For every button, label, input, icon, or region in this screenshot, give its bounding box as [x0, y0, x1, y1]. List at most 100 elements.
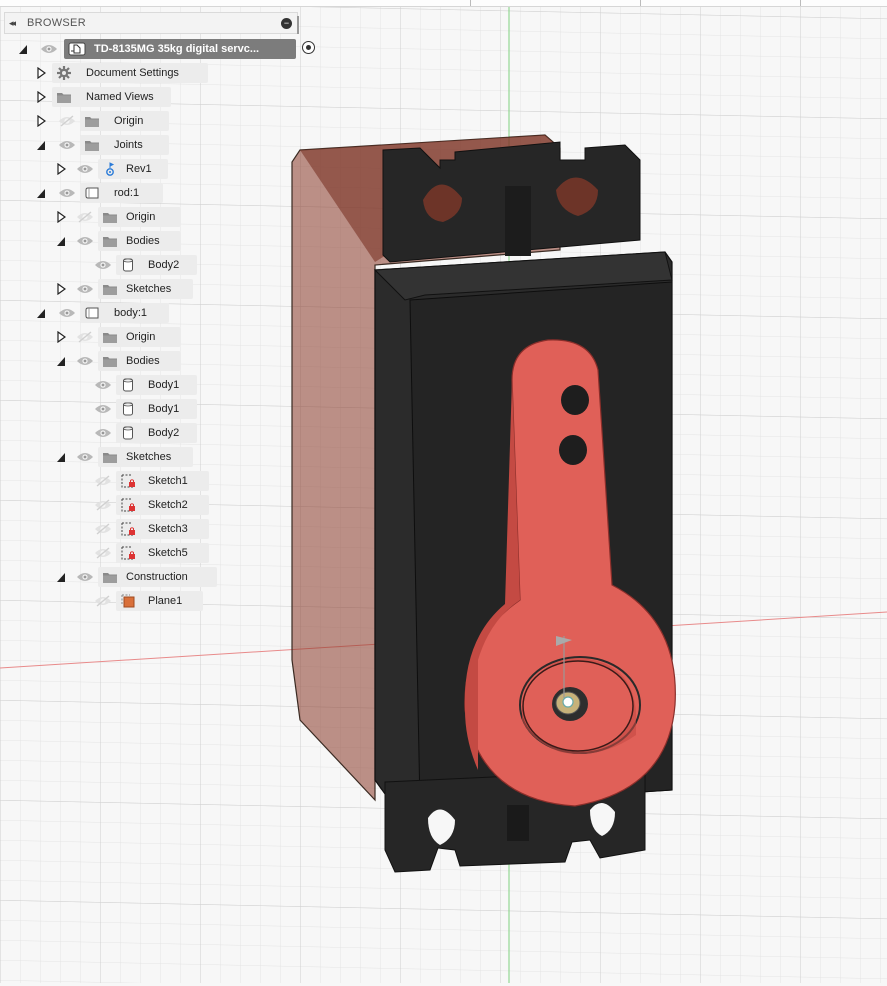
collapse-arrow-icon[interactable]: [56, 571, 66, 583]
visibility-eye-icon[interactable]: [76, 571, 94, 583]
tree-node-label-box[interactable]: Sketch1: [116, 471, 209, 491]
sketch-icon: [120, 498, 136, 512]
tree-node[interactable]: Origin: [0, 326, 300, 348]
tree-node-label-box[interactable]: Origin: [98, 207, 181, 227]
expand-arrow-icon[interactable]: [56, 331, 66, 343]
visibility-eye-icon[interactable]: [76, 235, 94, 247]
hidden-eye-icon[interactable]: [58, 115, 76, 127]
tree-node[interactable]: Joints: [0, 134, 300, 156]
hidden-eye-icon[interactable]: [94, 523, 112, 535]
tree-node[interactable]: Sketch1: [0, 470, 300, 492]
tree-node-label-box[interactable]: Plane1: [116, 591, 203, 611]
visibility-eye-icon[interactable]: [58, 307, 76, 319]
visibility-eye-icon[interactable]: [76, 163, 94, 175]
collapse-arrow-icon[interactable]: [56, 235, 66, 247]
visibility-eye-icon[interactable]: [94, 403, 112, 415]
visibility-eye-icon[interactable]: [58, 139, 76, 151]
folder-icon: [102, 570, 118, 584]
tree-node-label-box[interactable]: Named Views: [52, 87, 171, 107]
visibility-eye-icon[interactable]: [94, 259, 112, 271]
tree-node-label-box[interactable]: Sketches: [98, 447, 193, 467]
tree-node-label-box[interactable]: Body1: [116, 375, 197, 395]
tree-node-label-box[interactable]: Construction: [98, 567, 217, 587]
collapse-panel-button[interactable]: ◂◂: [9, 18, 16, 29]
tree-node-label-box[interactable]: Body2: [116, 255, 197, 275]
visibility-eye-icon[interactable]: [76, 451, 94, 463]
tree-node[interactable]: Origin: [0, 206, 300, 228]
collapse-arrow-icon[interactable]: [18, 43, 28, 55]
folder-icon: [102, 210, 118, 224]
tree-node-label-box[interactable]: Body2: [116, 423, 197, 443]
collapse-arrow-icon[interactable]: [36, 139, 46, 151]
visibility-eye-icon[interactable]: [58, 187, 76, 199]
tree-node-label-box[interactable]: body:1: [80, 303, 169, 323]
collapse-arrow-icon[interactable]: [56, 355, 66, 367]
tree-node-label-box[interactable]: Bodies: [98, 351, 181, 371]
resize-handle[interactable]: [297, 16, 299, 34]
tree-node-label-box[interactable]: Sketch5: [116, 543, 209, 563]
visibility-eye-icon[interactable]: [76, 283, 94, 295]
tree-node[interactable]: TD-8135MG 35kg digital servc...: [0, 38, 315, 60]
expand-arrow-icon[interactable]: [56, 163, 66, 175]
visibility-eye-icon[interactable]: [94, 379, 112, 391]
toolbar-divider: [800, 0, 801, 6]
visibility-eye-icon[interactable]: [76, 355, 94, 367]
activate-component-radio[interactable]: [302, 41, 315, 54]
tree-node-label-box[interactable]: Document Settings: [52, 63, 208, 83]
tree-node-label-box[interactable]: rod:1: [80, 183, 163, 203]
hidden-eye-icon[interactable]: [94, 499, 112, 511]
tree-node[interactable]: Rev1: [0, 158, 300, 180]
tree-node[interactable]: rod:1: [0, 182, 300, 204]
tree-node[interactable]: Sketch2: [0, 494, 300, 516]
tree-node[interactable]: Bodies: [0, 230, 300, 252]
tree-node-label-box[interactable]: Origin: [80, 111, 169, 131]
expand-arrow-icon[interactable]: [56, 211, 66, 223]
tree-node[interactable]: Document Settings: [0, 62, 300, 84]
minimize-button[interactable]: −: [281, 18, 292, 29]
tree-node[interactable]: Body1: [0, 374, 300, 396]
tree-node-label-box[interactable]: Sketches: [98, 279, 193, 299]
tree-node[interactable]: Body1: [0, 398, 300, 420]
collapse-arrow-icon[interactable]: [36, 307, 46, 319]
tree-node[interactable]: Origin: [0, 110, 300, 132]
expand-arrow-icon[interactable]: [36, 91, 46, 103]
tree-node-label-box[interactable]: Origin: [98, 327, 181, 347]
visibility-eye-icon[interactable]: [40, 43, 58, 55]
tree-node[interactable]: Sketches: [0, 278, 300, 300]
tree-node[interactable]: body:1: [0, 302, 300, 324]
tree-node[interactable]: Sketch3: [0, 518, 300, 540]
hidden-eye-icon[interactable]: [94, 595, 112, 607]
expand-arrow-icon[interactable]: [56, 283, 66, 295]
tree-node-label: Joints: [114, 139, 143, 151]
component-icon: [84, 306, 100, 320]
hidden-eye-icon[interactable]: [94, 475, 112, 487]
tree-node[interactable]: Construction: [0, 566, 300, 588]
collapse-arrow-icon[interactable]: [36, 187, 46, 199]
hidden-eye-icon[interactable]: [94, 547, 112, 559]
hidden-eye-icon[interactable]: [76, 211, 94, 223]
tree-node[interactable]: Bodies: [0, 350, 300, 372]
tree-node-label: Sketches: [126, 283, 172, 295]
tree-node-label-box[interactable]: Rev1: [98, 159, 168, 179]
tree-node[interactable]: Named Views: [0, 86, 300, 108]
sketch-icon: [120, 522, 136, 536]
tree-node-label-box[interactable]: Sketch3: [116, 519, 209, 539]
tree-node[interactable]: Plane1: [0, 590, 300, 612]
tree-node-label-box[interactable]: Bodies: [98, 231, 181, 251]
tree-node[interactable]: Sketches: [0, 446, 300, 468]
tree-node-label-box[interactable]: Sketch2: [116, 495, 209, 515]
hidden-eye-icon[interactable]: [76, 331, 94, 343]
tree-node-label: Sketches: [126, 451, 172, 463]
expand-arrow-icon[interactable]: [36, 115, 46, 127]
tree-node-label-box[interactable]: Body1: [116, 399, 197, 419]
tree-node[interactable]: Body2: [0, 422, 300, 444]
folder-icon: [102, 354, 118, 368]
collapse-arrow-icon[interactable]: [56, 451, 66, 463]
visibility-eye-icon[interactable]: [94, 427, 112, 439]
tree-node-label-box[interactable]: Joints: [80, 135, 169, 155]
tree-node[interactable]: Body2: [0, 254, 300, 276]
tree-node[interactable]: Sketch5: [0, 542, 300, 564]
body-icon: [120, 402, 136, 416]
expand-arrow-icon[interactable]: [36, 67, 46, 79]
tree-node-label-box[interactable]: TD-8135MG 35kg digital servc...: [64, 39, 296, 59]
